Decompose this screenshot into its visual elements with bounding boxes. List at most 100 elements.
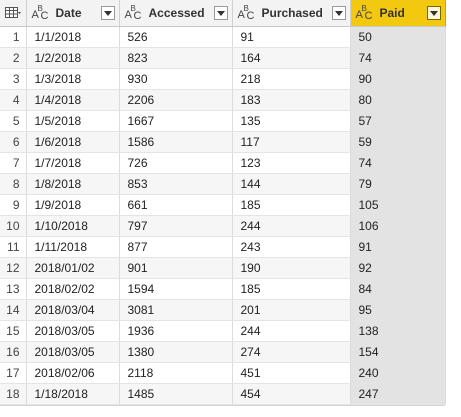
cell-purchased[interactable]: 218 [232,68,351,90]
row-number[interactable]: 6 [0,131,27,153]
row-number[interactable]: 12 [0,257,27,279]
row-number[interactable]: 10 [0,215,27,237]
cell-paid[interactable]: 92 [350,257,446,279]
cell-purchased[interactable]: 117 [232,131,351,153]
row-number[interactable]: 8 [0,173,27,195]
cell-date[interactable]: 1/8/2018 [26,173,120,195]
cell-paid[interactable]: 84 [350,278,446,300]
cell-date[interactable]: 2018/03/05 [26,320,120,342]
cell-paid[interactable]: 50 [350,26,446,48]
cell-paid[interactable]: 138 [350,320,446,342]
cell-date[interactable]: 1/11/2018 [26,236,120,258]
column-header-purchased[interactable]: ABC Purchased [232,0,351,27]
cell-purchased[interactable]: 201 [232,299,351,321]
cell-accessed[interactable]: 823 [119,47,233,69]
cell-date[interactable]: 1/5/2018 [26,110,120,132]
cell-paid[interactable]: 240 [350,362,446,384]
cell-purchased[interactable]: 274 [232,341,351,363]
cell-accessed[interactable]: 930 [119,68,233,90]
cell-paid[interactable]: 74 [350,47,446,69]
cell-purchased[interactable]: 243 [232,236,351,258]
row-number[interactable]: 4 [0,89,27,111]
cell-accessed[interactable]: 2118 [119,362,233,384]
text-type-icon[interactable]: ABC [237,4,257,22]
row-number[interactable]: 11 [0,236,27,258]
cell-accessed[interactable]: 726 [119,152,233,174]
cell-paid[interactable]: 105 [350,194,446,216]
cell-paid[interactable]: 74 [350,152,446,174]
cell-paid[interactable]: 95 [350,299,446,321]
cell-purchased[interactable]: 144 [232,173,351,195]
cell-accessed[interactable]: 1485 [119,383,233,405]
row-number[interactable]: 2 [0,47,27,69]
cell-date[interactable]: 1/9/2018 [26,194,120,216]
cell-accessed[interactable]: 526 [119,26,233,48]
cell-accessed[interactable]: 877 [119,236,233,258]
cell-paid[interactable]: 91 [350,236,446,258]
column-header-date[interactable]: ABC Date [26,0,120,27]
cell-purchased[interactable]: 123 [232,152,351,174]
cell-accessed[interactable]: 901 [119,257,233,279]
filter-dropdown-button[interactable] [213,6,228,20]
text-type-icon[interactable]: ABC [31,4,51,22]
cell-accessed[interactable]: 1936 [119,320,233,342]
cell-purchased[interactable]: 244 [232,320,351,342]
cell-date[interactable]: 1/3/2018 [26,68,120,90]
cell-accessed[interactable]: 853 [119,173,233,195]
cell-paid[interactable]: 247 [350,383,446,405]
cell-accessed[interactable]: 1594 [119,278,233,300]
row-number[interactable]: 15 [0,320,27,342]
cell-purchased[interactable]: 164 [232,47,351,69]
row-number[interactable]: 18 [0,383,27,405]
row-number[interactable]: 13 [0,278,27,300]
cell-date[interactable]: 2018/03/04 [26,299,120,321]
row-number[interactable]: 3 [0,68,27,90]
cell-purchased[interactable]: 451 [232,362,351,384]
cell-paid[interactable]: 57 [350,110,446,132]
row-number[interactable]: 9 [0,194,27,216]
cell-accessed[interactable]: 1586 [119,131,233,153]
cell-paid[interactable]: 154 [350,341,446,363]
cell-date[interactable]: 1/7/2018 [26,152,120,174]
text-type-icon[interactable]: ABC [124,4,144,22]
row-number[interactable]: 1 [0,26,27,48]
filter-dropdown-button[interactable] [100,6,115,20]
row-number[interactable]: 17 [0,362,27,384]
cell-paid[interactable]: 106 [350,215,446,237]
cell-accessed[interactable]: 1667 [119,110,233,132]
table-menu-button[interactable] [0,0,27,27]
cell-purchased[interactable]: 183 [232,89,351,111]
cell-paid[interactable]: 59 [350,131,446,153]
row-number[interactable]: 16 [0,341,27,363]
column-header-paid[interactable]: ABC Paid [350,0,446,27]
filter-dropdown-button[interactable] [331,6,346,20]
cell-date[interactable]: 1/2/2018 [26,47,120,69]
cell-purchased[interactable]: 454 [232,383,351,405]
cell-purchased[interactable]: 185 [232,194,351,216]
cell-accessed[interactable]: 661 [119,194,233,216]
row-number[interactable]: 14 [0,299,27,321]
cell-accessed[interactable]: 2206 [119,89,233,111]
cell-purchased[interactable]: 91 [232,26,351,48]
row-number[interactable]: 7 [0,152,27,174]
filter-dropdown-button[interactable] [426,6,441,20]
cell-date[interactable]: 2018/02/02 [26,278,120,300]
cell-date[interactable]: 1/6/2018 [26,131,120,153]
cell-date[interactable]: 2018/01/02 [26,257,120,279]
cell-accessed[interactable]: 3081 [119,299,233,321]
cell-date[interactable]: 1/4/2018 [26,89,120,111]
cell-date[interactable]: 1/1/2018 [26,26,120,48]
cell-purchased[interactable]: 190 [232,257,351,279]
cell-accessed[interactable]: 797 [119,215,233,237]
cell-date[interactable]: 2018/03/05 [26,341,120,363]
cell-purchased[interactable]: 135 [232,110,351,132]
cell-paid[interactable]: 79 [350,173,446,195]
text-type-icon[interactable]: ABC [355,4,375,22]
cell-purchased[interactable]: 244 [232,215,351,237]
column-header-accessed[interactable]: ABC Accessed [119,0,233,27]
cell-date[interactable]: 2018/02/06 [26,362,120,384]
cell-paid[interactable]: 90 [350,68,446,90]
cell-paid[interactable]: 80 [350,89,446,111]
cell-date[interactable]: 1/18/2018 [26,383,120,405]
cell-date[interactable]: 1/10/2018 [26,215,120,237]
